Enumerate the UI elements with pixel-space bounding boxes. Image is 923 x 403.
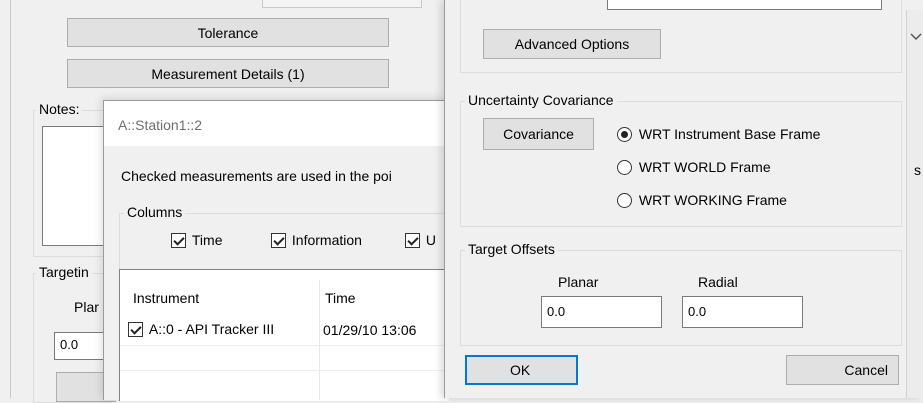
planar-offset-label: Planar	[558, 274, 599, 290]
time-column-checkbox[interactable]: Time	[171, 231, 222, 248]
edge-panel-fragment	[906, 10, 923, 398]
advanced-options-button[interactable]: Advanced Options	[483, 29, 661, 59]
information-checkbox-label: Information	[291, 232, 362, 249]
measurement-details-button[interactable]: Measurement Details (1)	[67, 59, 389, 88]
table-row-separator	[120, 370, 450, 371]
radio-label: WRT WORKING Frame	[638, 192, 787, 209]
target-offsets-label: Target Offsets	[465, 241, 558, 257]
radio-selected-icon	[617, 126, 632, 142]
u-column-checkbox[interactable]: U	[405, 231, 436, 248]
notes-label: Notes:	[36, 101, 83, 117]
radio-unselected-icon	[617, 159, 632, 175]
radio-world-frame[interactable]: WRT WORLD Frame	[617, 158, 771, 175]
u-checkbox-label: U	[425, 232, 437, 249]
radio-instrument-base-frame[interactable]: WRT Instrument Base Frame	[617, 125, 820, 142]
table-header-instrument[interactable]: Instrument	[133, 290, 199, 306]
edge-text-fragment: s	[914, 162, 921, 178]
planar-offset-input[interactable]: 0.0	[541, 296, 662, 328]
cancel-button[interactable]: Cancel	[786, 355, 899, 385]
row-time: 01/29/10 13:06	[323, 322, 417, 338]
columns-label: Columns	[124, 204, 186, 220]
planar-label: Plar	[74, 299, 99, 315]
checkbox-icon	[171, 232, 186, 248]
dialog-description: Checked measurements are used in the poi	[121, 168, 392, 184]
table-row[interactable]: A::0 - API Tracker III 01/29/10 13:06	[128, 320, 450, 342]
target-dialog: Advanced Options Uncertainty Covariance …	[444, 0, 923, 398]
row-checkbox-icon[interactable]	[128, 321, 143, 337]
table-header-time[interactable]: Time	[325, 290, 356, 306]
information-column-checkbox[interactable]: Information	[271, 231, 362, 248]
ok-button[interactable]: OK	[465, 355, 578, 385]
radial-offset-label: Radial	[698, 274, 738, 290]
targeting-label: Targetin	[36, 264, 92, 280]
time-checkbox-label: Time	[191, 232, 223, 249]
radio-label: WRT WORLD Frame	[638, 159, 771, 176]
top-field-fragment[interactable]	[607, 0, 882, 10]
radio-label: WRT Instrument Base Frame	[638, 126, 821, 143]
checkbox-icon	[271, 232, 286, 248]
top-field-fragment	[262, 0, 422, 8]
chevron-down-icon[interactable]	[909, 30, 923, 42]
dialog-title: A::Station1::2	[118, 117, 203, 133]
target-offsets-group	[460, 250, 902, 346]
station-dialog: A::Station1::2 Checked measurements are …	[103, 100, 459, 401]
measurements-table[interactable]: Instrument Time A::0 - API Tracker III 0…	[119, 269, 450, 401]
table-row-separator	[120, 345, 450, 346]
tolerance-button[interactable]: Tolerance	[67, 18, 389, 47]
row-instrument: A::0 - API Tracker III	[148, 321, 275, 338]
radial-offset-input[interactable]: 0.0	[682, 296, 803, 328]
notes-textarea[interactable]	[42, 126, 112, 246]
checkbox-icon	[405, 232, 420, 248]
covariance-button[interactable]: Covariance	[483, 118, 594, 150]
radio-working-frame[interactable]: WRT WORKING Frame	[617, 191, 787, 208]
left-border	[10, 0, 11, 398]
uncertainty-label: Uncertainty Covariance	[465, 92, 617, 108]
radio-unselected-icon	[617, 192, 632, 208]
